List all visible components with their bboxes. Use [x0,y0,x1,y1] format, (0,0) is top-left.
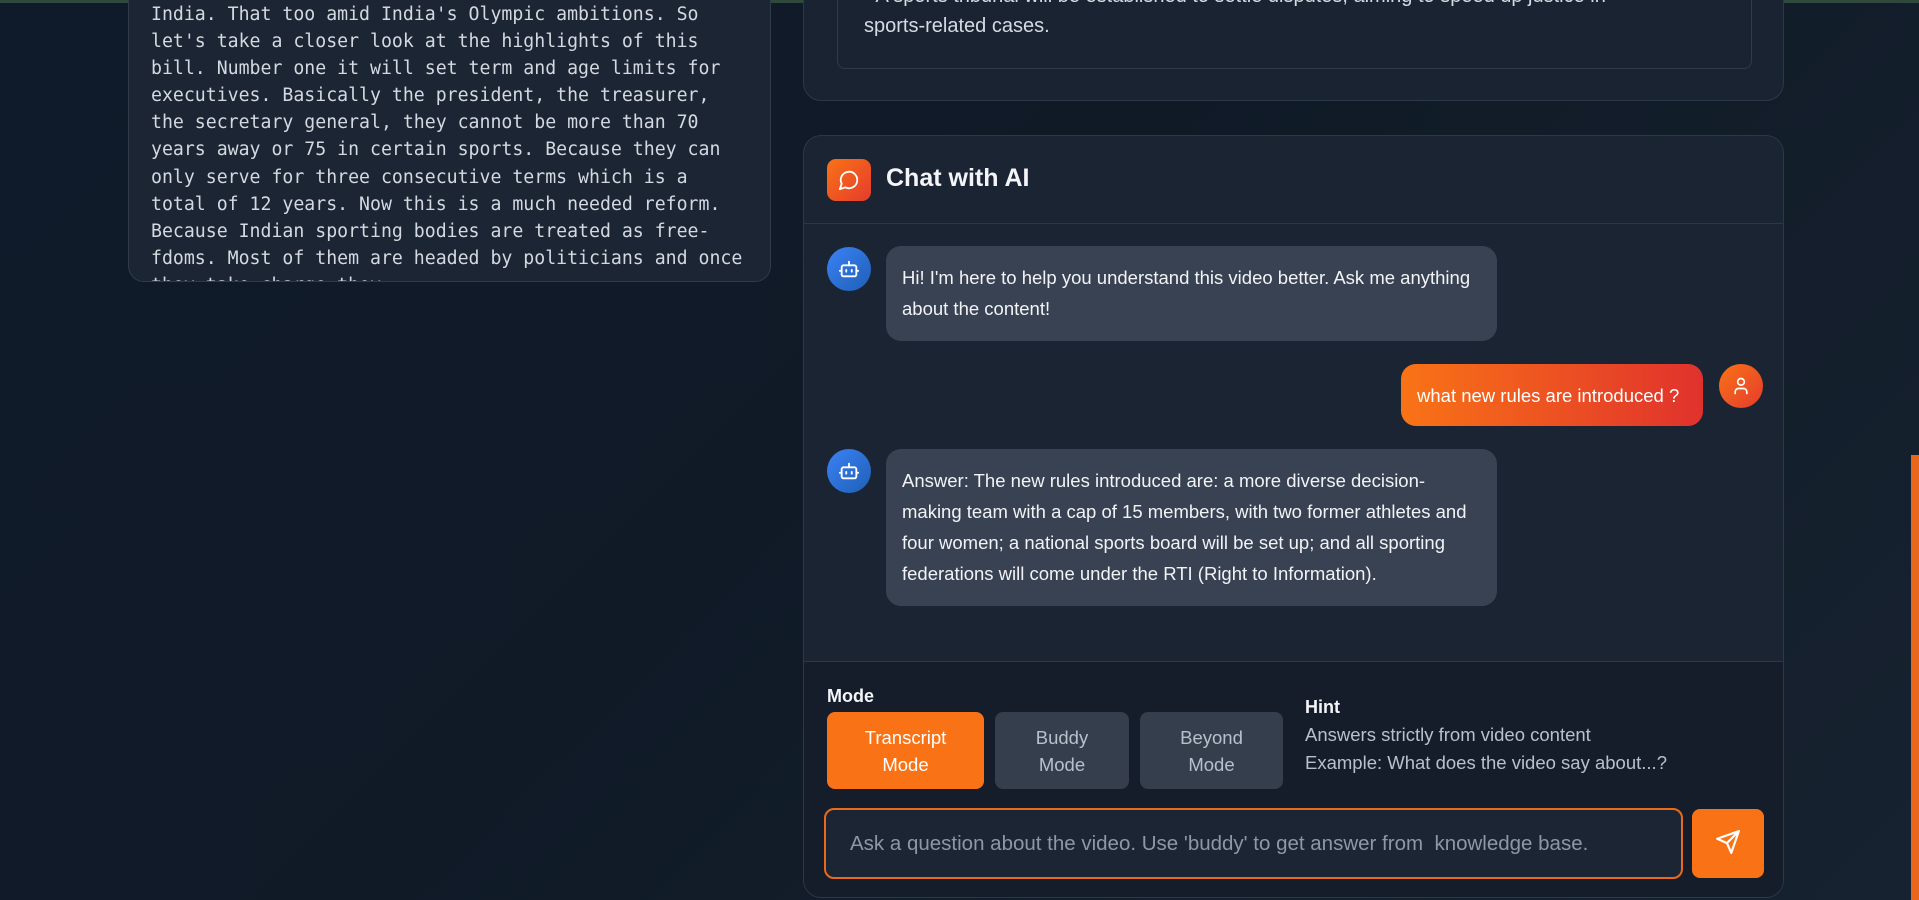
chat-panel: Chat with AI Hi! I'm here to help you un… [803,135,1784,898]
question-input[interactable] [824,808,1683,879]
mode-button-label: Buddy [1035,726,1089,748]
message-circle-icon [827,159,871,201]
summary-line-partial: • A sports tribunal will be established … [864,0,1744,11]
bot-icon [827,247,871,291]
mode-button-label: Mode [1188,753,1235,775]
user-message: what new rules are introduced ? [1401,364,1703,426]
bot-message: Answer: The new rules introduced are: a … [886,449,1497,606]
bot-icon [827,449,871,493]
mode-button-label: Beyond [1180,726,1243,748]
summary-box: • A sports tribunal will be established … [837,0,1752,69]
mode-button-label: Mode [882,753,929,775]
summary-card: • A sports tribunal will be established … [803,0,1784,101]
mode-button-label: Mode [1038,753,1086,775]
send-icon [1715,829,1741,858]
user-icon [1719,364,1763,408]
beyond-mode-button[interactable]: Beyond Mode [1140,712,1283,789]
summary-text: • A sports tribunal will be established … [864,0,1744,41]
buddy-mode-button[interactable]: Buddy Mode [995,712,1129,789]
page-scrollbar[interactable] [1911,455,1919,900]
hint-example: Example: What does the video say about..… [1305,752,1667,773]
mode-button-label: Transcript [864,726,947,748]
chat-input-area: Mode Transcript Mode Buddy Mode Beyond M… [804,661,1783,897]
hint-description: Answers strictly from video content [1305,724,1591,745]
transcript-mode-button[interactable]: Transcript Mode [827,712,984,789]
mode-label: Mode [827,686,874,706]
summary-line: sports-related cases. [864,15,1050,37]
hint-label: Hint [1305,697,1340,717]
chat-title: Chat with AI [886,164,1030,192]
transcript-panel[interactable]: India. That too amid India's Olympic amb… [128,0,771,282]
send-button[interactable] [1692,809,1764,878]
bot-message: Hi! I'm here to help you understand this… [886,246,1497,341]
chat-header: Chat with AI [804,136,1783,224]
transcript-text: India. That too amid India's Olympic amb… [151,4,743,281]
